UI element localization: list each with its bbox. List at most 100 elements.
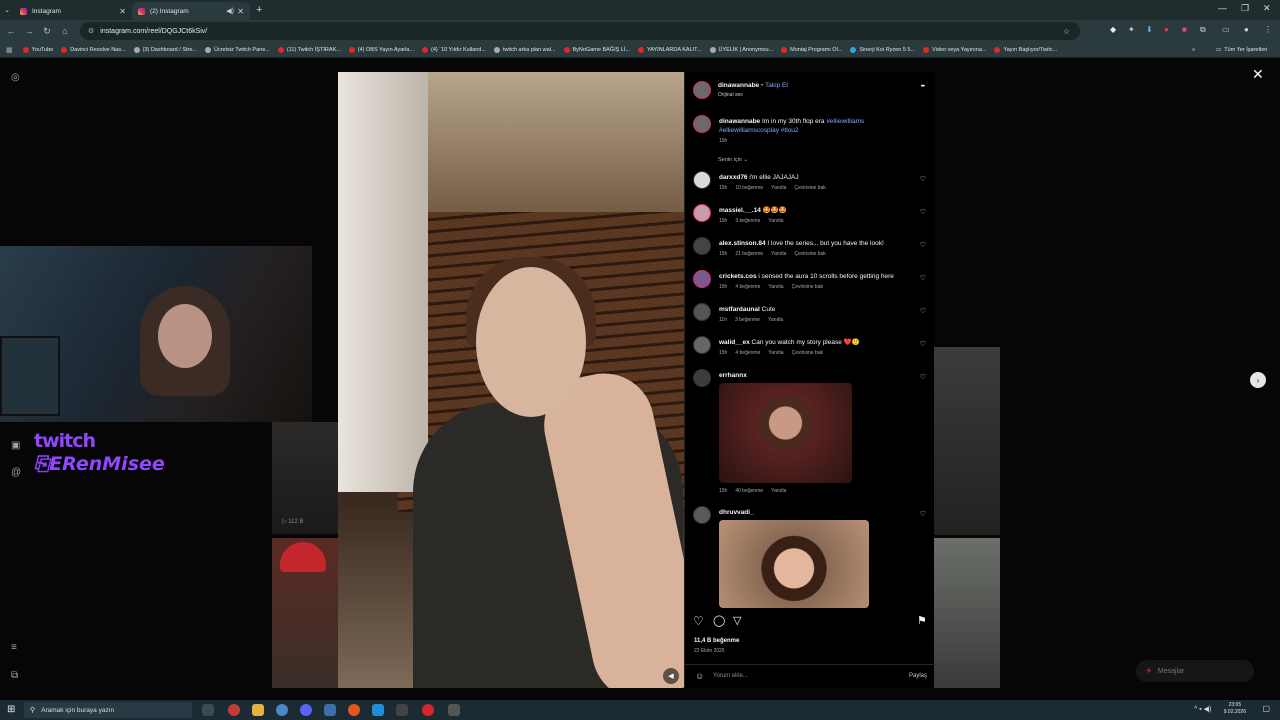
extension-icon[interactable]: ◆ <box>1110 25 1116 34</box>
gif-image[interactable] <box>719 383 852 483</box>
threads-icon[interactable]: @ <box>11 467 21 478</box>
commenter-avatar[interactable] <box>693 369 711 387</box>
commenter-avatar[interactable] <box>693 303 711 321</box>
commenter-avatar[interactable] <box>693 270 711 288</box>
heart-icon[interactable]: ♡ <box>920 510 926 518</box>
sort-dropdown[interactable]: Senin için ⌄ <box>718 157 748 163</box>
obs-icon[interactable] <box>228 704 240 716</box>
mute-button[interactable]: ◀ <box>663 668 679 684</box>
bookmark-item[interactable]: (3) Dashboard / Stre... <box>133 46 197 53</box>
steam-icon[interactable] <box>324 704 336 716</box>
heart-icon[interactable]: ♡ <box>920 274 926 282</box>
close-icon[interactable]: ✕ <box>119 7 126 16</box>
tray-icon[interactable]: ^ ▪ ◀) <box>1194 705 1211 713</box>
star-icon[interactable]: ☆ <box>1063 27 1070 36</box>
extension-icon[interactable]: ● <box>1164 25 1169 34</box>
heart-icon[interactable]: ♡ <box>920 340 926 348</box>
bookmark-item[interactable]: YAYINLARDA KALIT... <box>637 46 702 53</box>
heart-icon[interactable]: ♡ <box>920 175 926 183</box>
author-avatar[interactable] <box>693 115 711 133</box>
window-close-button[interactable]: ✕ <box>1263 3 1271 14</box>
bookmark-item[interactable]: (4) ¨10 Yıldır Kulland... <box>422 46 486 53</box>
instagram-icon[interactable]: ◎ <box>11 72 20 83</box>
sidebar-icon[interactable]: ▭ <box>1222 25 1230 34</box>
more-options-button[interactable]: ••• <box>921 84 925 90</box>
bookmark-item[interactable]: Davinci Resolve Nas... <box>61 46 126 53</box>
clock[interactable]: 23:05 9.02.2026 <box>1224 702 1246 716</box>
back-icon[interactable]: ← <box>4 26 18 36</box>
tab-instagram-2[interactable]: (2) Instagram ◀) ✕ <box>132 2 250 20</box>
all-bookmarks[interactable]: ▭ Tüm Yer İşaretleri <box>1216 47 1267 53</box>
bookmark-item[interactable]: YouTube <box>22 46 53 53</box>
gif-image[interactable] <box>719 520 869 608</box>
bookmark-item[interactable]: (4) OBS Yayın Ayarla... <box>348 46 414 53</box>
more-icon[interactable]: ⧉ <box>11 670 18 681</box>
bookmark-item[interactable]: Yayın Başlıyor/Twitc... <box>994 46 1057 53</box>
audio-label[interactable]: Orijinal ses <box>718 92 743 98</box>
bookmark-item[interactable]: ByNoGame BAĞIŞ Lİ... <box>563 46 630 53</box>
bookmark-item[interactable]: Video veya Yayınına... <box>923 46 986 53</box>
notification-icon[interactable]: ▢ <box>1262 704 1270 713</box>
tab-instagram-1[interactable]: Instagram ✕ <box>14 2 132 20</box>
commenter-avatar[interactable] <box>693 506 711 524</box>
bookmark-item[interactable]: ÜYELİK | Anonymou... <box>709 46 773 53</box>
bookmarks-overflow[interactable]: » <box>1192 47 1195 53</box>
send-icon[interactable]: ▽ <box>733 614 741 627</box>
messages-button[interactable]: ✈ Mesajlar <box>1136 660 1254 682</box>
commenter-avatar[interactable] <box>693 237 711 255</box>
comment-icon[interactable]: ◯ <box>713 614 725 627</box>
home-icon[interactable]: ⌂ <box>58 26 72 36</box>
author-avatar[interactable] <box>693 81 711 99</box>
extension-icon[interactable]: ■ <box>1182 25 1187 34</box>
puzzle-icon[interactable]: ⧉ <box>1200 25 1206 35</box>
bookmark-icon[interactable]: ⚑ <box>917 614 927 627</box>
new-tab-button[interactable]: + <box>256 4 262 16</box>
commenter-avatar[interactable] <box>693 204 711 222</box>
bookmark-item[interactable]: twitch arka plan wal... <box>493 46 556 53</box>
bookmark-item[interactable]: Sinerji Koi Ryzen 5 5... <box>850 46 915 53</box>
windows-icon[interactable]: ⊞ <box>7 704 15 715</box>
apps-grid-icon[interactable]: ▦ <box>6 46 13 54</box>
download-icon[interactable]: ⬇ <box>1146 25 1153 34</box>
profile-avatar[interactable]: ● <box>1244 25 1249 34</box>
bookmark-item[interactable]: (11) Twitch İŞTİRAK... <box>277 46 341 53</box>
reel-video[interactable] <box>338 72 684 688</box>
taskbar-search[interactable]: ⚲ Aramak için buraya yazın <box>24 702 192 718</box>
commenter-avatar[interactable] <box>693 171 711 189</box>
reels-icon[interactable]: ▣ <box>11 440 20 451</box>
heart-icon[interactable]: ♡ <box>920 373 926 381</box>
close-icon[interactable]: ✕ <box>237 7 244 16</box>
url-bar[interactable]: ⚙ instagram.com/reel/DQGJCt6kSiv/ ☆ <box>80 22 1080 40</box>
kebab-menu-icon[interactable]: ⋮ <box>1264 25 1272 34</box>
extension-icon[interactable]: ✦ <box>1128 25 1135 34</box>
minimize-button[interactable]: — <box>1218 3 1227 13</box>
forward-icon[interactable]: → <box>22 26 36 36</box>
bookmark-item[interactable]: Ücretsiz Twitch Pane... <box>205 46 270 53</box>
bookmark-item[interactable]: Montaj Programı Ol... <box>781 46 842 53</box>
app-icon[interactable] <box>372 704 384 716</box>
likes-count[interactable]: 11,4 B beğenme <box>694 638 739 644</box>
author-username[interactable]: dinawannabe <box>718 82 759 89</box>
maximize-button[interactable]: ❐ <box>1241 3 1249 14</box>
app-icon[interactable] <box>448 704 460 716</box>
chevron-right-icon[interactable]: › <box>1250 372 1266 388</box>
commenter-avatar[interactable] <box>693 336 711 354</box>
firefox-icon[interactable] <box>348 704 360 716</box>
close-icon[interactable]: ✕ <box>1252 66 1264 83</box>
heart-icon[interactable]: ♡ <box>920 208 926 216</box>
reload-icon[interactable]: ↻ <box>40 26 54 37</box>
speaker-icon[interactable]: ◀) <box>226 7 234 15</box>
chrome-icon[interactable] <box>276 704 288 716</box>
app-icon[interactable] <box>396 704 408 716</box>
site-info-icon[interactable]: ⚙ <box>88 27 94 35</box>
heart-icon[interactable]: ♡ <box>920 307 926 315</box>
heart-icon[interactable]: ♡ <box>920 241 926 249</box>
emoji-icon[interactable]: ☺ <box>695 671 704 681</box>
opera-icon[interactable] <box>422 704 434 716</box>
folder-icon[interactable] <box>252 704 264 716</box>
task-view-icon[interactable] <box>202 704 214 716</box>
menu-icon[interactable]: ≡ <box>11 642 17 653</box>
tab-menu-icon[interactable]: ⌄ <box>0 6 14 14</box>
heart-icon[interactable]: ♡ <box>693 614 704 628</box>
discord-icon[interactable] <box>300 704 312 716</box>
